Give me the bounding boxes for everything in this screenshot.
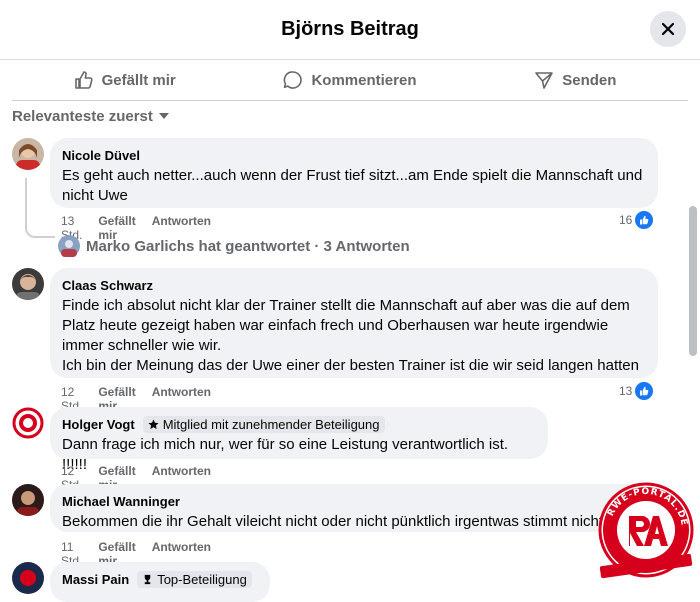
comment-text: Bekommen die ihr Gehalt vileicht nicht o… <box>62 513 604 530</box>
dialog-title: Björns Beitrag <box>281 18 419 40</box>
comment-bubble: Holger Vogt Mitglied mit zunehmender Bet… <box>50 407 548 473</box>
comment-author[interactable]: Michael Wanninger <box>62 494 180 509</box>
avatar <box>58 235 80 257</box>
replies-text: Marko Garlichs hat geantwortet · 3 Antwo… <box>86 237 410 255</box>
sort-label: Relevanteste zuerst <box>12 107 153 125</box>
thumbs-up-icon <box>74 71 93 89</box>
member-badge[interactable]: Top-Beteiligung <box>137 570 252 588</box>
view-replies-link[interactable]: Marko Garlichs hat geantwortet · 3 Antwo… <box>58 235 410 257</box>
comment-bubble: Nicole Düvel Es geht auch netter...auch … <box>50 138 658 208</box>
star-icon <box>148 418 159 429</box>
like-reaction-icon <box>635 382 654 400</box>
send-icon <box>535 72 554 89</box>
avatar[interactable] <box>12 484 44 516</box>
dialog-header: Björns Beitrag <box>0 0 700 60</box>
reaction-count[interactable]: 16 <box>619 211 654 229</box>
close-button[interactable] <box>650 11 686 47</box>
caret-down-icon <box>158 113 169 119</box>
comment-author[interactable]: Claas Schwarz <box>62 278 153 293</box>
send-button[interactable]: Senden <box>463 60 688 100</box>
send-label: Senden <box>562 71 617 89</box>
post-actions-bar: Gefällt mir Kommentieren Senden <box>12 60 688 101</box>
comment-label: Kommentieren <box>311 71 417 89</box>
comment-icon <box>284 71 303 89</box>
member-badge[interactable]: Mitglied mit zunehmender Beteiligung <box>142 415 385 433</box>
comment-button[interactable]: Kommentieren <box>237 60 462 100</box>
thread-connector <box>25 178 55 238</box>
like-reaction-icon <box>635 211 654 229</box>
comment-bubble: Michael Wanninger Bekommen die ihr Gehal… <box>50 484 670 532</box>
like-label: Gefällt mir <box>101 71 176 89</box>
comment-bubble: Claas Schwarz Finde ich absolut nicht kl… <box>50 268 658 378</box>
comment-text: Finde ich absolut nicht klar der Trainer… <box>62 297 639 374</box>
avatar[interactable] <box>12 268 44 300</box>
comment-author[interactable]: Massi Pain <box>62 572 129 587</box>
comment-text: Es geht auch netter...auch wenn der Frus… <box>62 167 643 204</box>
comment-bubble: Massi Pain Top-Beteiligung <box>50 562 270 602</box>
watermark-logo: RWE-PORTAL.DE <box>596 480 696 580</box>
comment-author[interactable]: Holger Vogt <box>62 417 135 432</box>
reaction-count[interactable]: 13 <box>619 382 654 400</box>
scrollbar-thumb[interactable] <box>689 206 697 356</box>
close-icon <box>661 22 675 36</box>
comment-author[interactable]: Nicole Düvel <box>62 148 140 163</box>
avatar[interactable] <box>12 138 44 170</box>
avatar[interactable] <box>12 407 44 439</box>
sort-dropdown[interactable]: Relevanteste zuerst <box>12 106 169 126</box>
avatar[interactable] <box>12 562 44 594</box>
like-button[interactable]: Gefällt mir <box>12 60 237 100</box>
trophy-icon <box>144 574 151 584</box>
